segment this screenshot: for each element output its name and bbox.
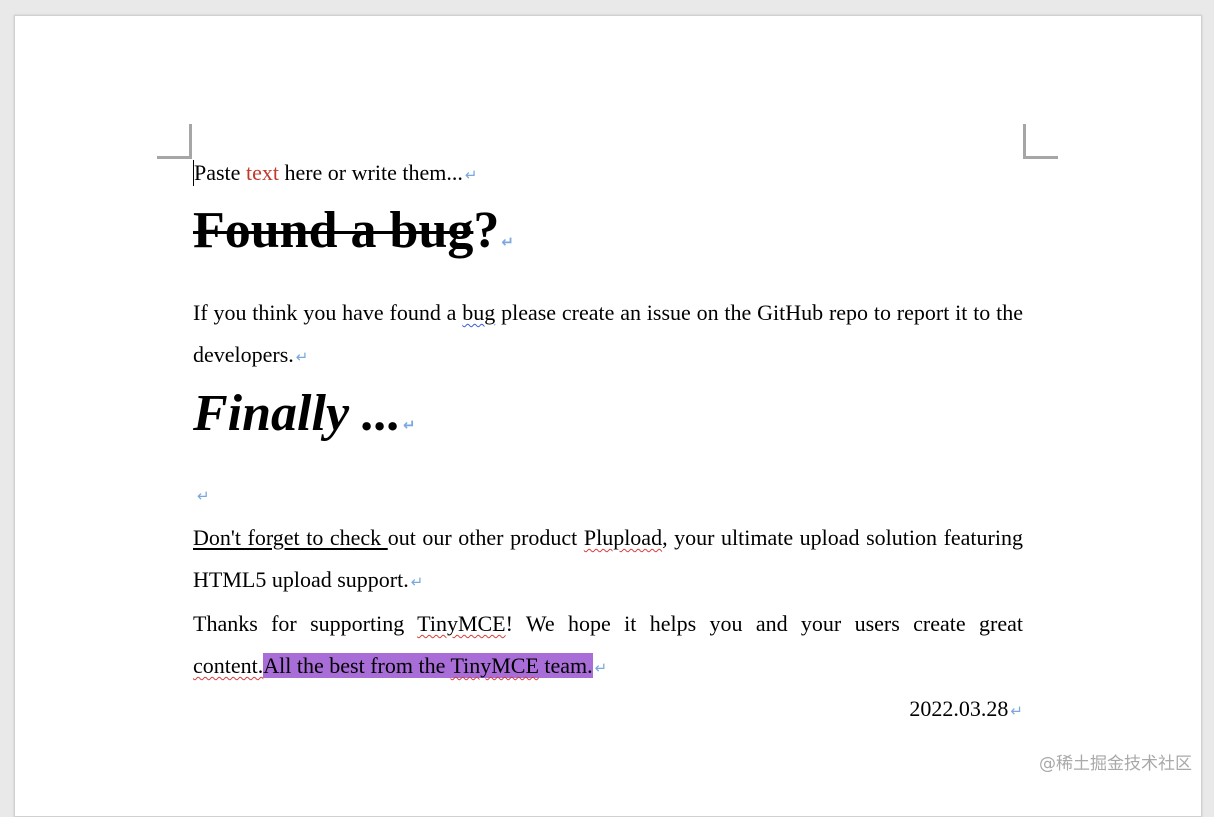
paragraph-mark-icon: ↵ (296, 348, 309, 366)
paragraph-intro[interactable]: Paste text here or write them...↵ (193, 153, 1023, 195)
paragraph-mark-icon: ↵ (197, 487, 210, 505)
editor-content[interactable]: Paste text here or write them...↵ Found … (193, 153, 1023, 731)
highlighted-text: All the best from the TinyMCE team. (263, 653, 592, 678)
spelling-flagged-word: content. (193, 653, 263, 678)
watermark: @稀土掘金技术社区 (1039, 749, 1192, 774)
heading-found-a-bug[interactable]: Found a bug?↵ (193, 201, 1023, 272)
paragraph-mark-icon: ↵ (1010, 702, 1023, 720)
paragraph-plupload[interactable]: Don't forget to check out our other prod… (193, 517, 1023, 603)
paragraph-mark-icon: ↵ (411, 573, 424, 591)
spelling-flagged-word: Plupload (584, 525, 662, 550)
empty-paragraph[interactable]: ↵ (193, 473, 1023, 517)
margin-corner-top-left (157, 124, 192, 159)
spelling-flagged-word: TinyMCE (417, 611, 505, 636)
date-line[interactable]: 2022.03.28↵ (193, 689, 1023, 731)
spelling-flagged-word: TinyMCE (450, 653, 538, 678)
red-text-span: text (246, 160, 279, 185)
underlined-text: Don't forget to check (193, 525, 388, 550)
paragraph-mark-icon: ↵ (465, 166, 478, 184)
paragraph-bug-report[interactable]: If you think you have found a bug please… (193, 292, 1023, 378)
document-page: Paste text here or write them...↵ Found … (14, 15, 1202, 817)
paragraph-thanks[interactable]: Thanks for supporting TinyMCE! We hope i… (193, 603, 1023, 689)
grammar-flagged-word: bug (462, 300, 495, 325)
paragraph-mark-icon: ↵ (501, 233, 514, 251)
paragraph-mark-icon: ↵ (403, 416, 416, 434)
heading-finally[interactable]: Finally ...↵ (193, 384, 1023, 455)
paragraph-mark-icon: ↵ (595, 659, 608, 677)
margin-corner-top-right (1023, 124, 1058, 159)
